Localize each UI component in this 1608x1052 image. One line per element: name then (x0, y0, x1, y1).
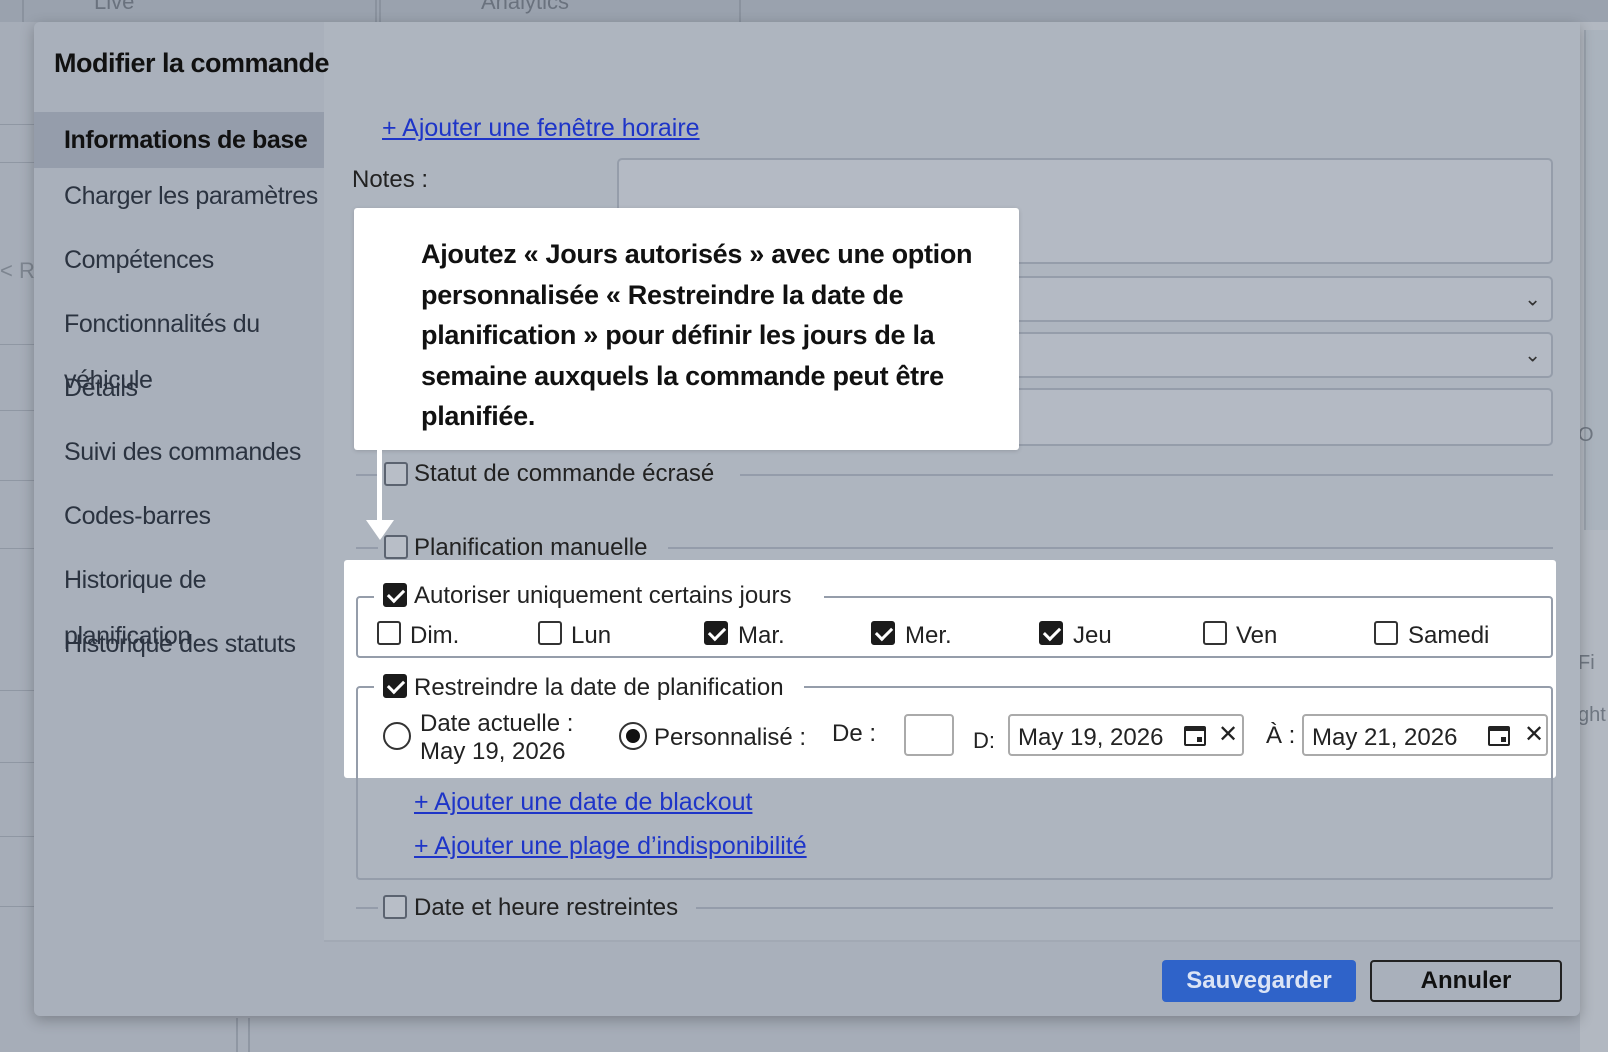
day-checkbox-sun[interactable] (377, 621, 401, 645)
sidebar-item-basic-info[interactable]: Informations de base (34, 112, 324, 168)
to-date-value: May 21, 2026 (1312, 724, 1458, 751)
background-tab-live: Live (22, 0, 377, 22)
restricted-datetime-checkbox[interactable] (383, 895, 407, 919)
background-fragment: ght (1578, 704, 1606, 726)
from-date-input[interactable]: May 19, 2026 ✕ (1008, 714, 1244, 756)
arrow-head-icon (366, 520, 394, 540)
current-date-value: May 19, 2026 (420, 738, 566, 765)
chevron-down-icon: ⌄ (1524, 288, 1541, 311)
background-divider (0, 162, 34, 163)
background-divider (0, 480, 34, 481)
fieldset-border (696, 907, 1553, 909)
background-fragment: O (1578, 424, 1594, 446)
to-label: À : (1266, 722, 1296, 749)
background-divider (0, 836, 34, 837)
calendar-icon[interactable] (1488, 726, 1510, 746)
day-label-thu: Jeu (1073, 622, 1112, 649)
from-small-input[interactable] (904, 714, 954, 756)
from-label: De : (832, 720, 877, 747)
clear-icon[interactable]: ✕ (1524, 720, 1544, 749)
sidebar-item-order-tracking[interactable]: Suivi des commandes (34, 424, 324, 488)
sidebar-item-skills[interactable]: Compétences (34, 232, 324, 296)
day-label-fri: Ven (1236, 622, 1278, 649)
restrict-date-label: Restreindre la date de planification (414, 674, 784, 701)
status-override-label: Statut de commande écrasé (414, 460, 715, 487)
fieldset-border (668, 547, 1553, 549)
background-map (1584, 30, 1608, 530)
day-checkbox-thu[interactable] (1039, 621, 1063, 645)
custom-date-label: Personnalisé : (654, 724, 807, 751)
custom-date-radio[interactable] (619, 722, 647, 750)
tooltip-callout: Ajoutez « Jours autorisés » avec une opt… (354, 208, 1019, 450)
from-date-value: May 19, 2026 (1018, 724, 1164, 751)
sidebar-item-load-settings[interactable]: Charger les paramètres (34, 168, 324, 232)
background-divider (0, 344, 34, 345)
day-checkbox-sat[interactable] (1374, 621, 1398, 645)
background-divider (248, 1018, 250, 1052)
notes-label: Notes : (352, 166, 429, 193)
day-label-sun: Dim. (410, 622, 460, 649)
day-label-wed: Mer. (905, 622, 952, 649)
background-divider (0, 410, 34, 411)
status-override-checkbox[interactable] (384, 462, 408, 486)
background-divider (0, 762, 34, 763)
sidebar-item-vehicle-features[interactable]: Fonctionnalités du véhicule (34, 296, 324, 394)
add-time-window-link[interactable]: + Ajouter une fenêtre horaire (382, 114, 700, 143)
restricted-datetime-label: Date et heure restreintes (414, 894, 679, 921)
fieldset-border (356, 547, 378, 549)
modal-title: Modifier la commande (54, 48, 330, 78)
manual-planning-label: Planification manuelle (414, 534, 648, 561)
day-label-mon: Lun (571, 622, 612, 649)
day-label-tue: Mar. (738, 622, 785, 649)
tooltip-text: Ajoutez « Jours autorisés » avec une opt… (421, 239, 973, 431)
to-date-input[interactable]: May 21, 2026 ✕ (1302, 714, 1548, 756)
restrict-date-checkbox[interactable] (383, 674, 407, 698)
fieldset-border (356, 474, 378, 476)
sidebar-item-planning-history[interactable]: Historique de planification (34, 552, 324, 650)
sidebar-item-barcodes[interactable]: Codes-barres (34, 488, 324, 552)
allowed-days-checkbox[interactable] (383, 583, 407, 607)
d-label: D: (973, 728, 995, 753)
day-checkbox-mon[interactable] (538, 621, 562, 645)
current-date-caption: Date actuelle : (420, 710, 574, 737)
day-checkbox-tue[interactable] (704, 621, 728, 645)
background-divider (0, 124, 34, 125)
sidebar-item-details[interactable]: Détails (34, 360, 324, 424)
cancel-button[interactable]: Annuler (1370, 960, 1562, 1002)
fieldset-border (740, 474, 1553, 476)
sidebar-item-status-history[interactable]: Historique des statuts (34, 616, 324, 680)
modal-sidebar: Informations de base Charger les paramèt… (34, 112, 324, 680)
chevron-down-icon: ⌄ (1524, 344, 1541, 367)
add-unavailability-link[interactable]: + Ajouter une plage d’indisponibilité (414, 832, 807, 861)
calendar-icon[interactable] (1184, 726, 1206, 746)
background-divider (0, 906, 34, 907)
background-tab-bar: Live Analytics (0, 0, 1608, 22)
footer-divider (324, 940, 1580, 942)
clear-icon[interactable]: ✕ (1218, 720, 1238, 749)
background-divider (0, 690, 34, 691)
background-divider (236, 1018, 238, 1052)
allowed-days-label: Autoriser uniquement certains jours (414, 582, 792, 609)
background-tab-analytics: Analytics (379, 0, 741, 22)
day-checkbox-fri[interactable] (1203, 621, 1227, 645)
save-button[interactable]: Sauvegarder (1162, 960, 1356, 1002)
current-date-radio[interactable] (383, 722, 411, 750)
fieldset-border (356, 907, 378, 909)
day-label-sat: Samedi (1408, 622, 1490, 649)
arrow-icon (377, 450, 382, 526)
background-fragment: Fi (1578, 652, 1595, 674)
current-date-label: Date actuelle : May 19, 2026 (420, 710, 573, 766)
add-blackout-link[interactable]: + Ajouter une date de blackout (414, 788, 752, 817)
background-divider (0, 548, 34, 549)
day-checkbox-wed[interactable] (871, 621, 895, 645)
